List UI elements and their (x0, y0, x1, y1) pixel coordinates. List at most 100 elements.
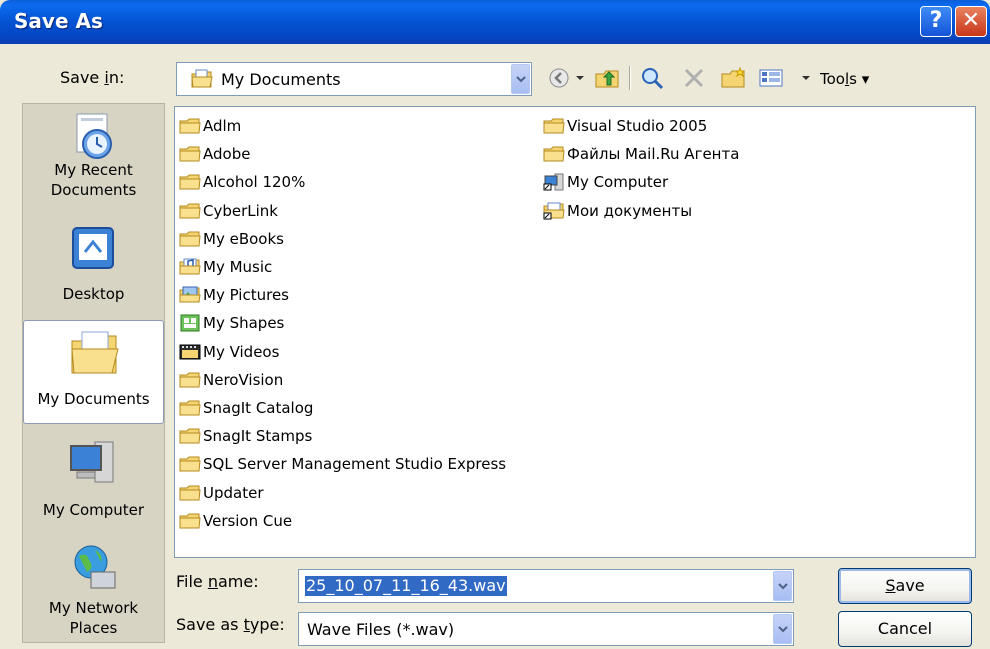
my-documents-folder-icon (71, 331, 119, 374)
save-as-dialog: Save As ? ✕ Save in: My Documents Tools … (0, 0, 990, 649)
folder-icon (179, 484, 201, 502)
up-folder-icon[interactable] (592, 64, 622, 92)
title-bar[interactable]: Save As ? ✕ (0, 0, 990, 44)
folder-icon (179, 455, 201, 473)
place-my-computer[interactable]: My Computer (23, 432, 164, 536)
chevron-down-icon: ▾ (861, 70, 870, 88)
place-label: My Computer (42, 501, 145, 519)
file-item[interactable]: Visual Studio 2005 (543, 112, 739, 140)
desktop-icon (72, 227, 114, 269)
place-label: Desktop (62, 285, 125, 303)
pictures-folder-icon (179, 286, 201, 304)
folder-icon (179, 145, 201, 163)
file-item[interactable]: CyberLink (179, 197, 506, 225)
computer-shortcut-icon (543, 173, 565, 191)
file-item[interactable]: My Music (179, 253, 506, 281)
back-icon[interactable] (546, 64, 572, 92)
cancel-button[interactable]: Cancel (838, 611, 972, 647)
file-item-name: Updater (203, 483, 264, 502)
save-button[interactable]: Save (838, 568, 972, 604)
place-desktop[interactable]: Desktop (23, 216, 164, 320)
file-item[interactable]: Adobe (179, 140, 506, 168)
file-item-name: NeroVision (203, 370, 284, 389)
place-my-recent-documents[interactable]: My Recent Documents (23, 104, 164, 208)
delete-icon[interactable] (680, 64, 708, 92)
window-title: Save As (14, 9, 103, 33)
file-list[interactable]: Adlm Adobe Alcohol 120% CyberLink My eBooks M… (174, 106, 976, 558)
documents-shortcut-icon (543, 202, 565, 220)
folder-icon (179, 230, 201, 248)
network-places-icon (74, 545, 116, 589)
file-item[interactable]: My eBooks (179, 225, 506, 253)
shapes-folder-icon (179, 314, 201, 332)
file-item[interactable]: SnagIt Catalog (179, 394, 506, 422)
file-item[interactable]: My Pictures (179, 281, 506, 309)
file-item[interactable]: Файлы Mail.Ru Агента (543, 140, 739, 168)
help-button[interactable]: ? (920, 6, 952, 37)
file-item[interactable]: Мои документы (543, 197, 739, 225)
folder-icon (179, 399, 201, 417)
file-item-name: Adobe (203, 145, 251, 164)
file-name-value[interactable]: 25_10_07_11_16_43.wav (305, 576, 507, 596)
file-item[interactable]: Adlm (179, 112, 506, 140)
file-item-name: My Pictures (203, 286, 289, 305)
folder-icon (179, 173, 201, 191)
file-item-name: My Videos (203, 342, 280, 361)
toolbar-separator (628, 64, 632, 92)
file-item-name: CyberLink (203, 201, 278, 220)
folder-icon (179, 512, 201, 530)
file-item[interactable]: My Videos (179, 338, 506, 366)
save-in-dropdown[interactable]: My Documents (176, 62, 532, 96)
save-in-label: Save in: (60, 68, 125, 87)
search-web-icon[interactable] (638, 64, 668, 92)
recent-documents-icon (76, 113, 112, 159)
place-label: My Network Places (48, 599, 139, 637)
places-bar: My RecentDocuments Desktop My Documents (22, 103, 165, 643)
file-item-name: My Music (203, 258, 273, 277)
folder-icon (179, 427, 201, 445)
chevron-down-icon[interactable] (773, 614, 792, 644)
music-folder-icon (179, 258, 201, 276)
place-my-network-places[interactable]: My Network Places (23, 536, 164, 640)
file-item-name: SnagIt Catalog (203, 398, 314, 417)
file-item-name: Version Cue (203, 511, 293, 530)
file-item[interactable]: NeroVision (179, 366, 506, 394)
videos-folder-icon (179, 343, 201, 361)
file-item-name: My Computer (567, 173, 669, 192)
dropdown-arrow-icon[interactable] (574, 64, 586, 92)
folder-icon (179, 117, 201, 135)
file-item-name: Adlm (203, 117, 242, 136)
chevron-down-icon[interactable] (773, 571, 792, 601)
file-item[interactable]: Version Cue (179, 507, 506, 535)
file-name-input[interactable]: 25_10_07_11_16_43.wav (298, 569, 794, 603)
file-item[interactable]: SQL Server Management Studio Express (179, 450, 506, 478)
file-item[interactable]: My Shapes (179, 309, 506, 337)
save-in-value: My Documents (221, 70, 341, 89)
folder-icon (543, 145, 565, 163)
save-as-type-dropdown[interactable]: Wave Files (*.wav) (298, 612, 794, 646)
file-item-name: Visual Studio 2005 (567, 117, 708, 136)
file-item-name: Alcohol 120% (203, 173, 306, 192)
save-as-type-value: Wave Files (*.wav) (307, 620, 455, 639)
place-label: My Documents (37, 390, 150, 408)
place-my-documents[interactable]: My Documents (23, 320, 164, 424)
file-item[interactable]: Alcohol 120% (179, 168, 506, 196)
close-button[interactable]: ✕ (955, 6, 987, 37)
file-item-name: Файлы Mail.Ru Агента (567, 145, 740, 164)
my-documents-icon (191, 69, 213, 88)
new-folder-icon[interactable] (718, 64, 748, 92)
chevron-down-icon[interactable] (511, 64, 530, 94)
file-item-name: Мои документы (567, 201, 693, 220)
file-item[interactable]: SnagIt Stamps (179, 422, 506, 450)
views-dropdown-arrow-icon[interactable] (800, 64, 812, 92)
tools-menu[interactable]: Tools ▾ (820, 70, 869, 88)
folder-icon (179, 202, 201, 220)
place-label: My Recent Documents (50, 161, 137, 199)
file-item-name: SQL Server Management Studio Express (203, 455, 507, 474)
file-list-column: Adlm Adobe Alcohol 120% CyberLink My eBooks M… (179, 112, 506, 535)
views-icon[interactable] (756, 64, 786, 92)
file-name-label: File name: (176, 572, 259, 591)
file-item-name: My Shapes (203, 314, 285, 333)
file-item[interactable]: My Computer (543, 168, 739, 196)
file-item[interactable]: Updater (179, 478, 506, 506)
